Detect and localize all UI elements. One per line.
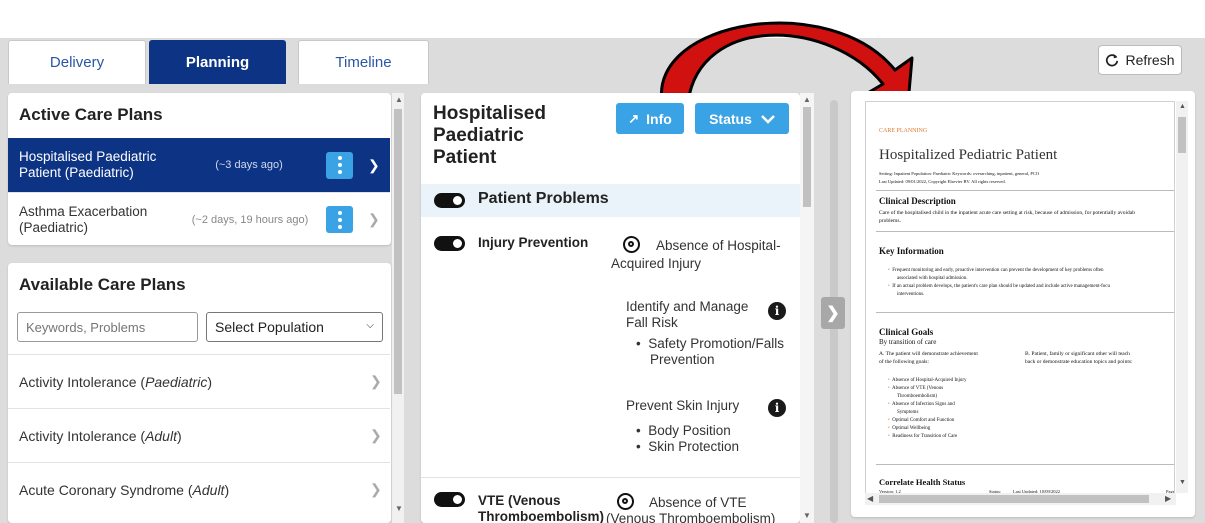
doc-meta: Setting: Inpatient Population: Paediatri… bbox=[879, 171, 1040, 176]
document-horizontal-scrollbar[interactable]: ◀ ▶ bbox=[865, 493, 1176, 505]
plan-label: Activity Intolerance (Adult) bbox=[19, 427, 182, 444]
available-plan-item[interactable]: Activity Intolerance (Paediatric) ❯ bbox=[8, 354, 390, 408]
document-vertical-scrollbar[interactable]: ▲ ▼ bbox=[1176, 101, 1188, 493]
doc-goals-a-intro: A. The patient will demonstrate achievem… bbox=[879, 351, 978, 365]
plan-menu-icon[interactable] bbox=[326, 206, 353, 233]
external-link-icon: ↗ bbox=[628, 110, 640, 126]
available-care-plans-panel: Available Care Plans Select Population ⌵… bbox=[8, 263, 391, 523]
section-title: Patient Problems bbox=[478, 190, 609, 207]
plan-title: Hospitalised Paediatric Patient bbox=[433, 103, 546, 168]
document-page: CARE PLANNING Hospitalized Pediatric Pat… bbox=[865, 101, 1175, 501]
intervention-title: Prevent Skin Injury bbox=[626, 398, 740, 413]
available-plans-title: Available Care Plans bbox=[19, 275, 186, 294]
refresh-icon bbox=[1106, 53, 1119, 67]
plan-age: (~2 days, 19 hours ago) bbox=[191, 213, 309, 226]
info-button[interactable]: ↗ Info bbox=[616, 103, 684, 134]
active-plans-title: Active Care Plans bbox=[19, 105, 163, 124]
plan-age: (~3 days ago) bbox=[215, 159, 283, 171]
goal-text: Absence of Hospital- Acquired Injury bbox=[611, 238, 781, 271]
chevron-right-icon: ❯ bbox=[370, 481, 382, 497]
intervention-bullets: • Body Position • Skin Protection bbox=[636, 423, 740, 454]
expand-panel-button[interactable]: ❯ bbox=[821, 297, 845, 329]
tab-label: Delivery bbox=[49, 54, 105, 71]
patient-problems-header: Patient Problems bbox=[421, 184, 800, 217]
plan-name: Hospitalised Paediatric Patient (Paediat… bbox=[19, 149, 157, 180]
tab-planning[interactable]: Planning bbox=[149, 40, 286, 84]
doc-updated: Last Updated: 09/01/2022, Copyright Else… bbox=[879, 179, 1006, 184]
chevron-down-icon: ⌵ bbox=[366, 320, 374, 331]
active-plan-item[interactable]: Hospitalised Paediatric Patient (Paediat… bbox=[8, 138, 390, 192]
problem-toggle[interactable] bbox=[434, 492, 465, 507]
info-label: Info bbox=[646, 110, 672, 127]
document-preview-panel: CARE PLANNING Hospitalized Pediatric Pat… bbox=[851, 91, 1195, 517]
status-label: Status bbox=[709, 110, 752, 127]
search-input[interactable] bbox=[17, 312, 198, 342]
population-select-label: Select Population bbox=[215, 319, 324, 335]
doc-heading: Clinical Goals bbox=[879, 327, 934, 337]
refresh-label: Refresh bbox=[1125, 52, 1175, 68]
problem-name: Injury Prevention bbox=[478, 235, 589, 250]
doc-heading: Correlate Health Status bbox=[879, 477, 966, 487]
plan-detail-panel: Hospitalised Paediatric Patient ↗ Info S… bbox=[421, 93, 800, 523]
left-scrollbar[interactable]: ▲ ▼ bbox=[392, 93, 404, 523]
refresh-button[interactable]: Refresh bbox=[1098, 45, 1182, 75]
doc-subheading: By transition of care bbox=[879, 338, 937, 346]
detail-scrollbar[interactable]: ▲ ▼ bbox=[800, 93, 814, 523]
plan-menu-icon[interactable] bbox=[326, 151, 353, 179]
tab-label: Planning bbox=[185, 54, 250, 71]
tab-label: Timeline bbox=[335, 54, 392, 71]
active-plan-item[interactable]: Asthma Exacerbation (Paediatric) (~2 day… bbox=[8, 192, 390, 245]
divider bbox=[421, 477, 800, 478]
section-toggle[interactable] bbox=[434, 193, 465, 208]
population-select[interactable]: Select Population ⌵ bbox=[206, 312, 383, 342]
chevron-right-icon: ❯ bbox=[368, 211, 380, 227]
doc-goals-a-list: • Absence of Hospital-Acquired Injury • … bbox=[888, 378, 967, 439]
info-circle-icon[interactable]: i bbox=[768, 399, 786, 417]
active-care-plans-panel: Active Care Plans Hospitalised Paediatri… bbox=[8, 93, 391, 245]
available-plan-item[interactable]: Activity Intolerance (Adult) ❯ bbox=[8, 408, 390, 462]
chevron-down-icon bbox=[761, 114, 775, 124]
goal-text: Absence of VTE (Venous Thromboembolism) bbox=[606, 495, 776, 523]
intervention-title: Identify and Manage Fall Risk bbox=[626, 299, 749, 330]
doc-key-info: • Frequent monitoring and early, proacti… bbox=[888, 268, 1111, 297]
available-plan-item[interactable]: Acute Coronary Syndrome (Adult) ❯ bbox=[8, 462, 390, 516]
chevron-right-icon: ❯ bbox=[368, 156, 380, 173]
doc-category: CARE PLANNING bbox=[879, 128, 928, 134]
doc-title: Hospitalized Pediatric Patient bbox=[879, 147, 1058, 163]
doc-text: problems. bbox=[879, 218, 901, 224]
doc-heading: Key Information bbox=[879, 246, 944, 256]
intervention-bullet: • Safety Promotion/Falls Prevention bbox=[636, 336, 785, 367]
problem-toggle[interactable] bbox=[434, 236, 465, 251]
info-circle-icon[interactable]: i bbox=[768, 302, 786, 320]
plan-label: Activity Intolerance (Paediatric) bbox=[19, 373, 212, 390]
problem-name: VTE (Venous Thromboembolism) bbox=[478, 493, 605, 523]
tab-delivery[interactable]: Delivery bbox=[8, 40, 146, 84]
doc-goals-b-intro: B. Patient, family or significant other … bbox=[1025, 351, 1133, 365]
doc-text: Care of the hospitalised child in the in… bbox=[879, 210, 1135, 216]
doc-heading: Clinical Description bbox=[879, 196, 956, 206]
plan-name: Asthma Exacerbation (Paediatric) bbox=[19, 203, 148, 235]
tab-timeline[interactable]: Timeline bbox=[298, 40, 429, 84]
plan-label: Acute Coronary Syndrome (Adult) bbox=[19, 481, 230, 498]
status-button[interactable]: Status bbox=[695, 103, 789, 134]
chevron-right-icon: ❯ bbox=[370, 427, 382, 443]
chevron-right-icon: ❯ bbox=[370, 373, 382, 389]
